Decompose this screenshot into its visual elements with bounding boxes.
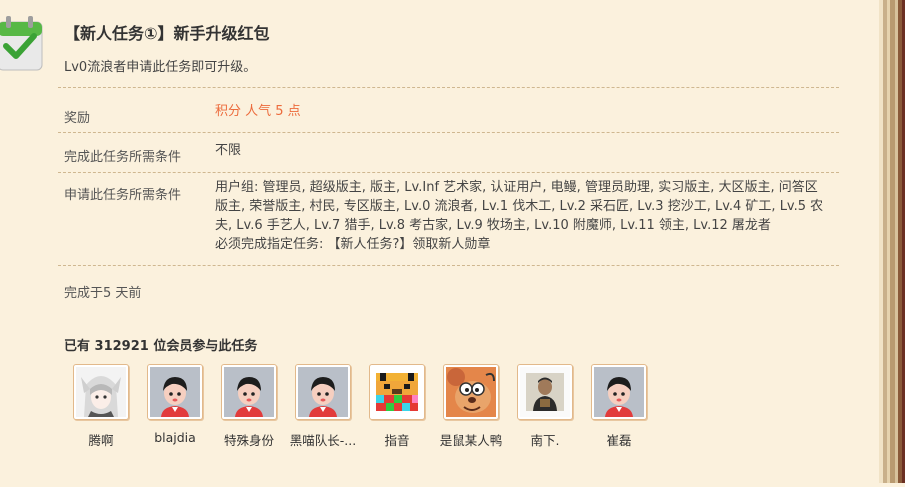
complete-condition-label: 完成此任务所需条件	[64, 150, 182, 165]
participant[interactable]: 特殊身份	[219, 364, 293, 454]
reward-label: 奖励	[64, 111, 91, 126]
task-description: Lv0流浪者申请此任务即可升级。	[64, 60, 257, 75]
participant-name[interactable]: 南下.	[507, 430, 583, 449]
participant-name[interactable]: 特殊身份	[211, 430, 287, 449]
divider	[58, 132, 839, 133]
participant-name[interactable]: 腾啊	[63, 430, 139, 449]
default-avatar-icon[interactable]	[147, 364, 203, 420]
apply-condition-label: 申请此任务所需条件	[64, 188, 182, 203]
reward-value: 积分 人气 5 点	[215, 104, 301, 119]
apply-condition-line: 必须完成指定任务: 【新人任务?】领取新人勋章	[215, 237, 491, 252]
divider	[58, 172, 839, 173]
default-avatar-icon[interactable]	[591, 364, 647, 420]
divider	[58, 87, 839, 88]
apply-condition-line: 夫, Lv.6 手艺人, Lv.7 猎手, Lv.8 考古家, Lv.9 牧场主…	[215, 218, 771, 233]
default-avatar-icon[interactable]	[221, 364, 277, 420]
child-photo-avatar-icon[interactable]	[517, 364, 573, 420]
participant[interactable]: 南下.	[515, 364, 589, 454]
participant[interactable]: 腾啊	[71, 364, 145, 454]
apply-condition-value: 用户组: 管理员, 超级版主, 版主, Lv.Inf 艺术家, 认证用户, 电鳗…	[215, 178, 823, 254]
participant-name[interactable]: blajdia	[137, 430, 213, 445]
complete-condition-value: 不限	[215, 143, 242, 158]
default-avatar-icon[interactable]	[295, 364, 351, 420]
completed-time: 完成于5 天前	[64, 286, 142, 301]
participant-name[interactable]: 崔磊	[581, 430, 657, 449]
participant[interactable]: 黑喵队长-...	[290, 364, 367, 454]
pixel-bear-avatar-icon[interactable]	[369, 364, 425, 420]
divider	[58, 265, 839, 266]
participant-name[interactable]: 指音	[359, 430, 435, 449]
participants-title: 已有 312921 位会员参与此任务	[64, 339, 258, 354]
participant-name[interactable]: 黑喵队长-...	[285, 430, 361, 449]
task-title: 【新人任务①】新手升级红包	[64, 24, 270, 43]
participant[interactable]: 是鼠某人鸭	[440, 364, 515, 454]
cartoon-mouse-avatar-icon[interactable]	[443, 364, 499, 420]
apply-condition-line: 用户组: 管理员, 超级版主, 版主, Lv.Inf 艺术家, 认证用户, 电鳗…	[215, 180, 818, 195]
participant[interactable]: 指音	[367, 364, 441, 454]
right-border-decoration	[879, 0, 905, 483]
participant-name[interactable]: 是鼠某人鸭	[433, 430, 509, 449]
participant[interactable]: blajdia	[145, 364, 219, 454]
task-checkmark-icon	[0, 8, 46, 74]
apply-condition-line: 版主, 荣誉版主, 村民, 专区版主, Lv.0 流浪者, Lv.1 伐木工, …	[215, 199, 824, 214]
participant[interactable]: 崔磊	[589, 364, 663, 454]
anime-girl-avatar-icon[interactable]	[73, 364, 129, 420]
